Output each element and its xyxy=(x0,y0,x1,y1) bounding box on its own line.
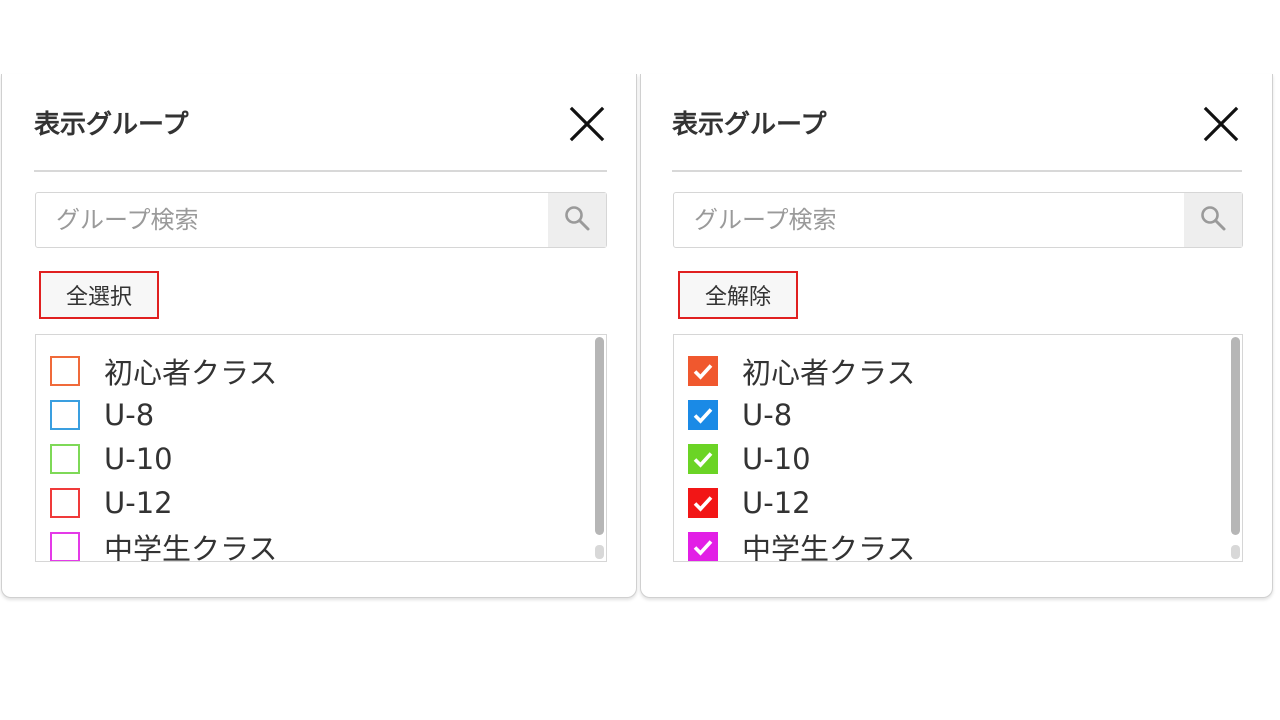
group-list: 初心者クラス U-8 U-10 U-12 中学生クラス xyxy=(35,334,607,562)
group-search-input[interactable] xyxy=(36,193,550,247)
checkbox-checked[interactable] xyxy=(688,532,718,561)
deselect-all-button[interactable]: 全解除 xyxy=(678,271,798,319)
scrollbar-thumb[interactable] xyxy=(1231,337,1240,535)
group-filter-panel-left: 表示グループ 全選択 初心者クラス U-8 U-10 U-12 xyxy=(1,74,637,598)
item-label: U-10 xyxy=(742,442,811,476)
list-item-beginner[interactable]: 初心者クラス xyxy=(50,351,277,391)
item-label: 中学生クラス xyxy=(104,532,278,562)
search-icon xyxy=(563,204,591,236)
search-button[interactable] xyxy=(1184,193,1242,247)
search-box xyxy=(35,192,607,248)
close-icon[interactable] xyxy=(1201,104,1241,144)
checkbox-checked[interactable] xyxy=(688,356,718,386)
list-item-junior-high[interactable]: 中学生クラス xyxy=(688,527,916,562)
search-box xyxy=(673,192,1243,248)
checkbox-checked[interactable] xyxy=(688,444,718,474)
list-item-u12[interactable]: U-12 xyxy=(50,483,173,523)
list-item-u8[interactable]: U-8 xyxy=(50,395,154,435)
search-button[interactable] xyxy=(548,193,606,247)
checkbox[interactable] xyxy=(50,532,80,561)
check-icon xyxy=(693,496,713,512)
checkbox[interactable] xyxy=(50,488,80,518)
scroll-down-arrow[interactable] xyxy=(595,545,604,559)
group-list: 初心者クラス U-8 U-10 U-12 中学生クラス xyxy=(673,334,1243,562)
item-label: U-8 xyxy=(742,398,793,432)
item-label: U-12 xyxy=(742,486,811,520)
check-icon xyxy=(693,540,713,556)
list-item-u10[interactable]: U-10 xyxy=(688,439,811,479)
scrollbar[interactable] xyxy=(595,337,604,559)
check-icon xyxy=(693,408,713,424)
item-label: 初心者クラス xyxy=(742,356,916,390)
list-item-u8[interactable]: U-8 xyxy=(688,395,792,435)
item-label: U-12 xyxy=(104,486,173,520)
group-filter-panel-right: 表示グループ 全解除 初心者クラス U-8 xyxy=(640,74,1273,598)
select-all-button[interactable]: 全選択 xyxy=(39,271,159,319)
search-icon xyxy=(1199,204,1227,236)
group-search-input[interactable] xyxy=(674,193,1186,247)
scrollbar-thumb[interactable] xyxy=(595,337,604,535)
checkbox[interactable] xyxy=(50,400,80,430)
scrollbar[interactable] xyxy=(1231,337,1240,559)
item-label: U-8 xyxy=(104,398,155,432)
list-item-beginner[interactable]: 初心者クラス xyxy=(688,351,915,391)
list-item-junior-high[interactable]: 中学生クラス xyxy=(50,527,278,562)
list-item-u12[interactable]: U-12 xyxy=(688,483,811,523)
checkbox[interactable] xyxy=(50,444,80,474)
item-label: U-10 xyxy=(104,442,173,476)
item-label: 初心者クラス xyxy=(104,356,278,390)
checkbox-checked[interactable] xyxy=(688,400,718,430)
item-label: 中学生クラス xyxy=(742,532,916,562)
list-item-u10[interactable]: U-10 xyxy=(50,439,173,479)
panel-title: 表示グループ xyxy=(34,110,189,140)
check-icon xyxy=(693,452,713,468)
checkbox-checked[interactable] xyxy=(688,488,718,518)
scroll-down-arrow[interactable] xyxy=(1231,545,1240,559)
close-icon[interactable] xyxy=(567,104,607,144)
panel-title: 表示グループ xyxy=(672,110,827,140)
header-divider xyxy=(672,170,1242,172)
checkbox[interactable] xyxy=(50,356,80,386)
header-divider xyxy=(34,170,607,172)
check-icon xyxy=(693,364,713,380)
